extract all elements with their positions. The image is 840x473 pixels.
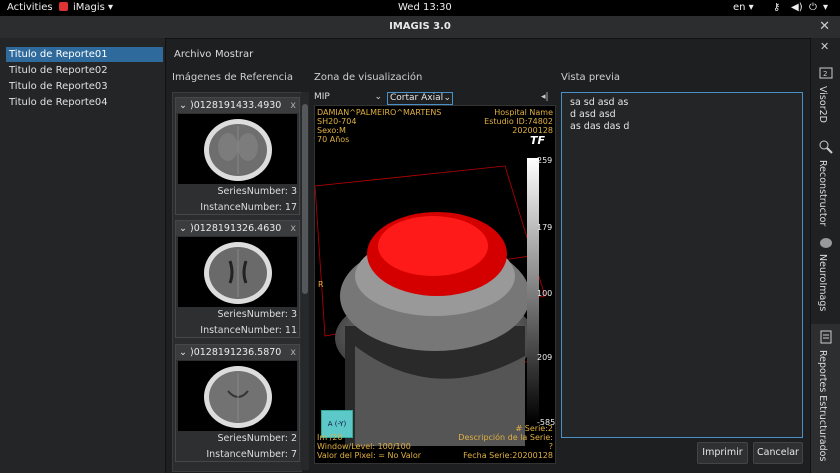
card-title: )0128191326.4630 xyxy=(190,223,282,234)
patient-age: 70 Años xyxy=(317,135,350,144)
close-icon[interactable]: ✕ xyxy=(819,19,830,34)
scale-label: 209 xyxy=(537,353,553,362)
visor-icon: 2 xyxy=(819,66,833,80)
image-index: Im /20 xyxy=(317,433,343,442)
reference-images-panel: ⌄)0128191433.4930 x SeriesNumber: 3 Insta… xyxy=(172,92,302,472)
card-title: )0128191433.4930 xyxy=(190,100,282,111)
scrollbar-thumb[interactable] xyxy=(302,104,308,294)
menu-mostrar[interactable]: Mostrar xyxy=(215,49,253,60)
clock[interactable]: Wed 13:30 xyxy=(398,2,452,13)
tab-label: Visor2D xyxy=(817,86,828,123)
window-level: Window/Level: 100/100 xyxy=(317,442,411,451)
close-icon[interactable]: ✕ xyxy=(820,40,829,53)
tf-label[interactable]: TF xyxy=(530,135,545,146)
scale-label: 100 xyxy=(537,289,553,298)
visualization-viewport[interactable]: DAMIAN^PALMEIRO^MARTENS SH20-704 Sexo:M … xyxy=(314,105,556,464)
system-top-bar: Activities iMagis ▾ Wed 13:30 en ▾ ⚷ ◀) … xyxy=(0,0,840,16)
series-number: SeriesNumber: 3 xyxy=(217,186,297,197)
right-tab-bar: ✕ 2 Visor2D Reconstructor NeuroImags Rep… xyxy=(810,38,840,473)
close-icon[interactable]: x xyxy=(290,345,296,360)
scale-max: 259 xyxy=(537,156,553,165)
ct-thumbnail[interactable] xyxy=(178,361,297,431)
cancel-button[interactable]: Cancelar xyxy=(753,442,803,464)
chevron-down-icon[interactable]: ⌄ xyxy=(176,221,190,236)
chevron-down-icon[interactable]: ⌄ xyxy=(176,98,190,113)
preview-label: Vista previa xyxy=(561,72,621,83)
report-item-2[interactable]: Titulo de Reporte02 xyxy=(6,63,163,78)
preview-line: d asd asd xyxy=(570,109,616,120)
chevron-down-icon: ⌄ xyxy=(374,92,382,102)
scale-label: 179 xyxy=(537,223,553,232)
window-titlebar: IMAGIS 3.0 ✕ xyxy=(0,16,840,39)
volume-icon[interactable]: ◀) xyxy=(791,2,803,13)
tab-reconstructor[interactable]: Reconstructor xyxy=(811,138,840,238)
app-name: iMagis xyxy=(73,2,105,13)
series-description-value: ? xyxy=(548,442,553,451)
cut-axial-value: Cortar Axial xyxy=(390,93,444,103)
chevron-down-icon[interactable]: ▾ xyxy=(823,2,828,13)
collapse-icon[interactable]: ◂| xyxy=(541,92,549,102)
refs-label: Imágenes de Referencia xyxy=(172,72,293,83)
instance-number: InstanceNumber: 7 xyxy=(206,449,297,460)
series-number: SeriesNumber: 2 xyxy=(217,433,297,444)
close-icon[interactable]: x xyxy=(290,98,296,113)
render-mode-select[interactable]: MIP ⌄ xyxy=(314,92,382,103)
reference-card[interactable]: ⌄)0128191326.4630 x SeriesNumber: 3 Insta… xyxy=(175,220,300,338)
app-menu[interactable]: iMagis ▾ xyxy=(73,2,113,13)
card-header: ⌄)0128191236.5870 x xyxy=(176,345,299,360)
pixel-value: Valor del Pixel: = No Valor xyxy=(317,451,422,460)
viz-label: Zona de visualización xyxy=(314,72,423,83)
ct-thumbnail[interactable] xyxy=(178,114,297,184)
report-item-1[interactable]: Titulo de Reporte01 xyxy=(6,47,163,62)
report-icon xyxy=(819,330,833,344)
report-item-3[interactable]: Titulo de Reporte03 xyxy=(6,79,163,94)
preview-line: sa sd asd as xyxy=(570,97,629,108)
preview-textarea[interactable]: sa sd asd as d asd asd as das das d xyxy=(561,92,803,438)
instance-number: InstanceNumber: 17 xyxy=(200,202,297,213)
reference-card[interactable]: ⌄)0128191433.4930 x SeriesNumber: 3 Insta… xyxy=(175,97,300,215)
language-label: en xyxy=(733,2,746,13)
report-item-4[interactable]: Titulo de Reporte04 xyxy=(6,95,163,110)
series-description: Descripción de la Serie: xyxy=(458,433,553,442)
hospital-name: Hospital Name xyxy=(494,108,553,117)
menu-archivo[interactable]: Archivo xyxy=(174,49,211,60)
power-icon[interactable]: ⏻ xyxy=(809,2,817,13)
orientation-marker: R xyxy=(318,280,324,289)
patient-name: DAMIAN^PALMEIRO^MARTENS xyxy=(317,108,442,117)
render-mode-value: MIP xyxy=(314,92,330,102)
card-header: ⌄)0128191433.4930 x xyxy=(176,98,299,113)
reference-card[interactable]: ⌄)0128191236.5870 x SeriesNumber: 2 Insta… xyxy=(175,344,300,462)
series-number: SeriesNumber: 3 xyxy=(217,309,297,320)
svg-text:2: 2 xyxy=(823,70,827,78)
cut-axial-select[interactable]: Cortar Axial ⌄ xyxy=(387,92,453,105)
ct-thumbnail[interactable] xyxy=(178,237,297,307)
instance-number: InstanceNumber: 11 xyxy=(200,325,297,336)
card-header: ⌄)0128191326.4630 x xyxy=(176,221,299,236)
card-title: )0128191236.5870 xyxy=(190,347,282,358)
series-date: Fecha Serie:20200128 xyxy=(463,451,553,460)
report-list: Titulo de Reporte01 Titulo de Reporte02 … xyxy=(0,38,166,473)
tab-neuroimags[interactable]: NeuroImags xyxy=(811,234,840,324)
patient-id: SH20-704 xyxy=(317,117,357,126)
refs-scrollbar[interactable] xyxy=(301,92,309,470)
chevron-down-icon[interactable]: ⌄ xyxy=(176,345,190,360)
app-icon xyxy=(58,1,69,15)
chevron-down-icon: ⌄ xyxy=(443,93,451,103)
tab-label: Reconstructor xyxy=(817,160,828,227)
tab-reportes-estructurados[interactable]: Reportes Estructurados xyxy=(811,324,840,473)
activities-button[interactable]: Activities xyxy=(7,2,53,13)
study-id: Estudio ID:74802 xyxy=(484,117,553,126)
tab-label: NeuroImags xyxy=(817,254,828,312)
network-icon[interactable]: ⚷ xyxy=(773,2,780,13)
print-button[interactable]: Imprimir xyxy=(697,442,748,464)
brain-icon xyxy=(819,236,833,250)
window-title: IMAGIS 3.0 xyxy=(389,21,451,32)
close-icon[interactable]: x xyxy=(290,221,296,236)
reconstructor-icon xyxy=(819,140,833,154)
tab-label: Reportes Estructurados xyxy=(817,350,828,462)
language-menu[interactable]: en ▾ xyxy=(733,2,754,13)
patient-sex: Sexo:M xyxy=(317,126,346,135)
preview-line: as das das d xyxy=(570,121,630,132)
series-number: # Serie:2 xyxy=(515,424,553,433)
